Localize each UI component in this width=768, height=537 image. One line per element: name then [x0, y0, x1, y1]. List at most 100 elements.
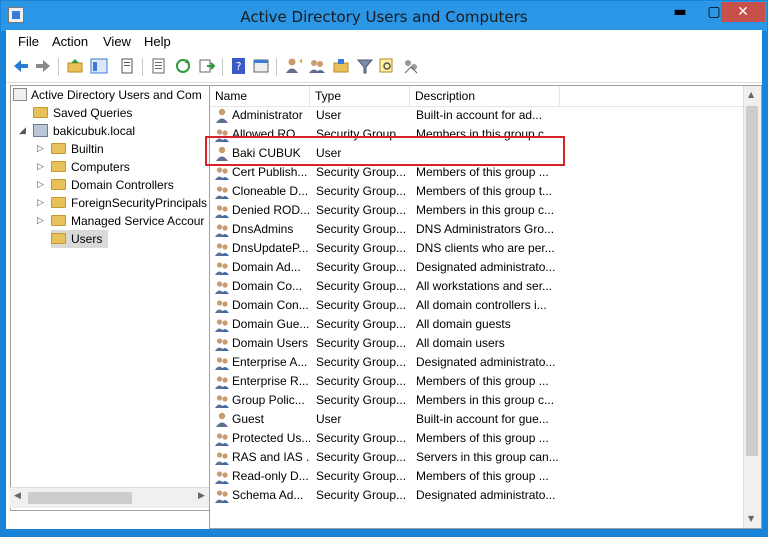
table-row[interactable]: Denied ROD... Security Group... Members in…: [210, 201, 744, 220]
tree-item-domain[interactable]: bakicubuk.local: [33, 122, 135, 140]
find-icon[interactable]: [378, 57, 396, 75]
cell-description: Members in this group c...: [416, 203, 555, 217]
cell-name: DnsAdmins: [232, 222, 294, 236]
cell-name: Schema Ad...: [232, 488, 304, 502]
toolbar-separator: [222, 58, 223, 76]
menu-help[interactable]: Help: [144, 34, 171, 49]
cell-type: Security Group...: [316, 488, 407, 502]
scroll-down-icon[interactable]: ▼: [748, 514, 754, 523]
back-arrow-icon[interactable]: [12, 57, 30, 75]
export-list-icon[interactable]: [150, 57, 168, 75]
column-header-type[interactable]: Type: [310, 86, 410, 106]
refresh-icon[interactable]: [174, 57, 192, 75]
svg-text:?: ?: [236, 60, 242, 73]
tree-item-users[interactable]: Users: [51, 230, 109, 248]
tree-item-domain-controllers[interactable]: Domain Controllers: [51, 176, 174, 194]
svg-text:✦: ✦: [298, 57, 302, 66]
folder-icon: [33, 107, 48, 118]
scroll-right-icon[interactable]: ▶: [198, 491, 205, 501]
table-row[interactable]: Read-only D... Security Group... Members o…: [210, 467, 744, 486]
column-header-name[interactable]: Name: [210, 86, 310, 106]
cell-type: Security Group...: [316, 222, 407, 236]
help-icon[interactable]: ?: [230, 57, 248, 75]
table-row[interactable]: Domain Co... Security Group... All worksta…: [210, 277, 744, 296]
domain-icon: [33, 124, 48, 137]
tree-horizontal-scrollbar[interactable]: ◀ ▶: [10, 487, 210, 508]
menu-file[interactable]: File: [18, 34, 39, 49]
cell-type: Security Group...: [316, 298, 407, 312]
table-row[interactable]: Guest User Built-in account for gue...: [210, 410, 744, 429]
collapse-arrow-icon[interactable]: ▷: [37, 144, 44, 154]
tree-item-managed-service-accounts[interactable]: Managed Service Accour: [51, 212, 204, 230]
cell-description: DNS clients who are per...: [416, 241, 555, 255]
table-row[interactable]: Enterprise A... Security Group... Designat…: [210, 353, 744, 372]
table-row[interactable]: Domain Con... Security Group... All domain…: [210, 296, 744, 315]
new-group-icon[interactable]: [308, 57, 326, 75]
cell-name: Domain Gue...: [232, 317, 310, 331]
new-user-icon[interactable]: ✦: [284, 57, 302, 75]
collapse-arrow-icon[interactable]: ▷: [37, 162, 44, 172]
cell-name: RAS and IAS ...: [232, 450, 310, 464]
scrollbar-thumb[interactable]: [746, 106, 758, 456]
table-row[interactable]: Domain Users Security Group... All domain …: [210, 334, 744, 353]
show-console-tree-icon[interactable]: [90, 57, 108, 75]
table-row[interactable]: Schema Ad... Security Group... Designated …: [210, 486, 744, 505]
tree-item-label: Saved Queries: [53, 106, 133, 120]
cell-name: DnsUpdateP...: [232, 241, 309, 255]
cell-description: DNS Administrators Gro...: [416, 222, 555, 236]
list-vertical-scrollbar[interactable]: ▲ ▼: [743, 86, 761, 528]
tree-item-label: Computers: [71, 160, 130, 174]
tree-item-label: bakicubuk.local: [53, 124, 136, 138]
scrollbar-thumb[interactable]: [28, 492, 132, 504]
table-row[interactable]: Domain Ad... Security Group... Designated …: [210, 258, 744, 277]
cell-description: Designated administrato...: [416, 260, 556, 274]
menu-view[interactable]: View: [103, 34, 131, 49]
list-header: Name Type Description: [210, 86, 744, 107]
table-row[interactable]: Cloneable D... Security Group... Members o…: [210, 182, 744, 201]
filter-icon[interactable]: [356, 57, 374, 75]
cell-name: Domain Co...: [232, 279, 303, 293]
cell-name: Cloneable D...: [232, 184, 309, 198]
menu-bar: File Action View Help: [6, 30, 762, 52]
expand-arrow-icon[interactable]: ◢: [19, 126, 26, 136]
console-icon[interactable]: [252, 57, 270, 75]
properties-icon[interactable]: [118, 57, 136, 75]
tree-item-builtin[interactable]: Builtin: [51, 140, 104, 158]
up-folder-icon[interactable]: [66, 57, 84, 75]
table-row[interactable]: Administrator User Built-in account for ad…: [210, 106, 744, 125]
forward-arrow-icon[interactable]: [34, 57, 52, 75]
close-icon[interactable]: ✕: [721, 2, 765, 22]
table-row[interactable]: DnsUpdateP... Security Group... DNS client…: [210, 239, 744, 258]
tree-root[interactable]: Active Directory Users and Com: [13, 86, 202, 104]
table-row[interactable]: Protected Us... Security Group... Members …: [210, 429, 744, 448]
table-row[interactable]: Enterprise R... Security Group... Members …: [210, 372, 744, 391]
scroll-up-icon[interactable]: ▲: [748, 90, 754, 99]
tree-item-foreign-security-principals[interactable]: ForeignSecurityPrincipals: [51, 194, 207, 212]
collapse-arrow-icon[interactable]: ▷: [37, 216, 44, 226]
cell-type: Security Group...: [316, 260, 407, 274]
collapse-arrow-icon[interactable]: ▷: [37, 180, 44, 190]
export-icon[interactable]: [198, 57, 216, 75]
folder-icon: [51, 161, 66, 172]
cell-type: Security Group...: [316, 279, 407, 293]
cell-description: Members of this group ...: [416, 469, 549, 483]
table-row[interactable]: DnsAdmins Security Group... DNS Administra…: [210, 220, 744, 239]
tree-item-label: ForeignSecurityPrincipals: [71, 196, 208, 210]
table-row[interactable]: Domain Gue... Security Group... All domain…: [210, 315, 744, 334]
tree-item-computers[interactable]: Computers: [51, 158, 130, 176]
table-row[interactable]: Group Polic... Security Group... Members i…: [210, 391, 744, 410]
scroll-left-icon[interactable]: ◀: [14, 491, 21, 501]
column-header-description[interactable]: Description: [410, 86, 560, 106]
cell-name: Administrator: [232, 108, 303, 122]
cell-name: Guest: [232, 412, 265, 426]
cell-description: Members of this group ...: [416, 374, 549, 388]
table-row[interactable]: RAS and IAS ... Security Group... Servers …: [210, 448, 744, 467]
new-ou-icon[interactable]: [332, 57, 350, 75]
tree-item-saved-queries[interactable]: Saved Queries: [33, 104, 132, 122]
menu-action[interactable]: Action: [52, 34, 88, 49]
minimize-icon[interactable]: ▬: [663, 2, 697, 22]
cell-description: Members of this group t...: [416, 184, 553, 198]
title-bar[interactable]: Active Directory Users and Computers ▬ ▢…: [1, 1, 767, 31]
add-to-group-icon[interactable]: [402, 57, 420, 75]
collapse-arrow-icon[interactable]: ▷: [37, 198, 44, 208]
